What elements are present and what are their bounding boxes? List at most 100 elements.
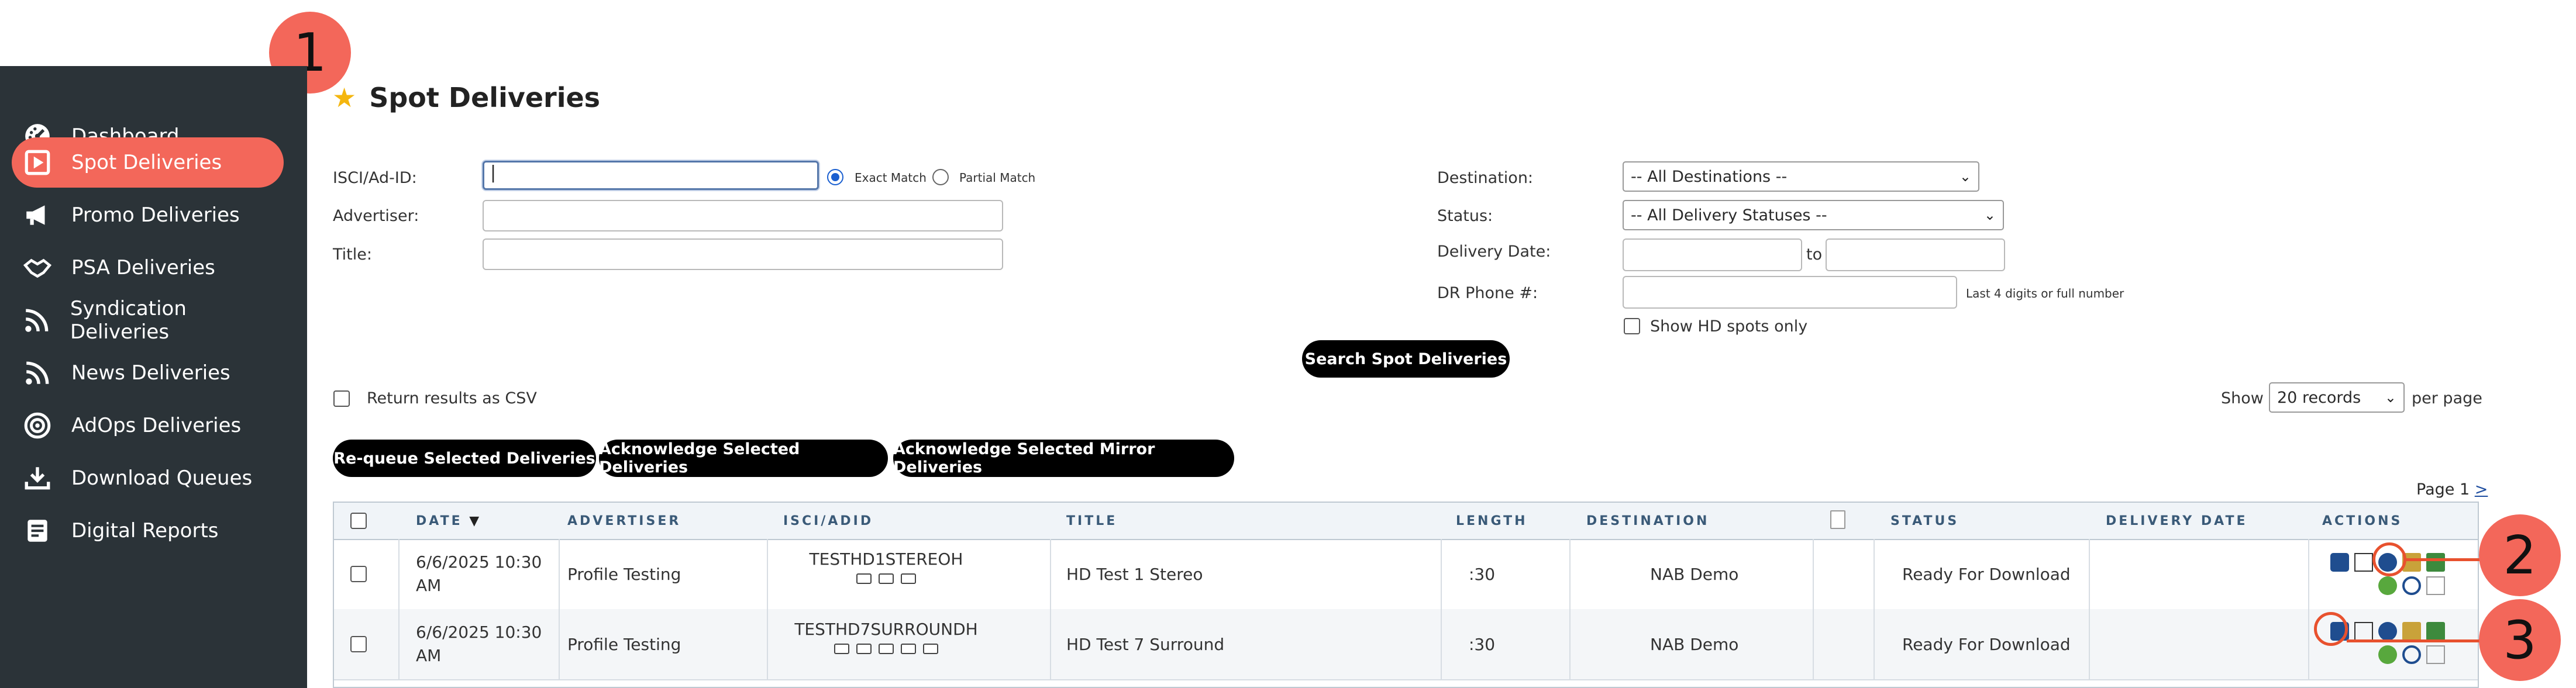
column-divider [2308,539,2309,679]
hd-only-checkbox[interactable] [1624,318,1640,334]
star-icon: ★ [332,82,357,113]
column-divider [1874,539,1875,679]
sidebar: Dashboard Spot Deliveries Promo Deliveri… [0,66,307,688]
stereo-badge-icon [879,573,894,584]
column-length[interactable]: LENGTH [1456,514,1528,528]
csv-checkbox[interactable] [333,390,350,407]
sidebar-item-download-queues[interactable]: Download Queues [12,453,284,503]
dr-phone-hint: Last 4 digits or full number [1966,286,2124,300]
sidebar-item-syndication-deliveries[interactable]: Syndication Deliveries [12,295,284,345]
column-title[interactable]: TITLE [1066,514,1117,528]
table-row: 6/6/2025 10:30 AM Profile Testing TESTHD… [334,609,2478,680]
row-length: :30 [1469,635,1496,654]
sidebar-item-label: AdOps Deliveries [71,414,242,437]
column-advertiser[interactable]: ADVERTISER [567,514,681,528]
row-checkbox[interactable] [350,636,367,652]
megaphone-icon [21,199,54,231]
partial-match-label: Partial Match [959,171,1036,185]
row-length: :30 [1469,565,1496,584]
records-per-page-select[interactable]: 20 records ⌄ [2269,382,2405,413]
acknowledge-mirror-button[interactable]: Acknowledge Selected Mirror Deliveries [893,440,1234,477]
page-title: ★ Spot Deliveries [332,82,601,113]
report-doc-icon[interactable] [2426,645,2445,664]
column-divider [1050,539,1051,679]
sidebar-item-label: Digital Reports [71,519,219,542]
search-button[interactable]: Search Spot Deliveries [1302,340,1510,378]
row-isci: TESTHD7SURROUNDH [767,620,1005,658]
download-icon[interactable] [2330,553,2349,572]
select-all-checkbox[interactable] [350,513,367,529]
callout-3-connector [2347,639,2493,642]
waveform-icon[interactable] [2354,622,2373,641]
chevron-down-icon: ⌄ [1959,168,1971,185]
sidebar-item-adops-deliveries[interactable]: AdOps Deliveries [12,400,284,451]
csv-label: Return results as CSV [367,389,537,407]
chevron-down-icon: ⌄ [2384,389,2396,406]
spreadsheet-icon[interactable] [2426,622,2445,641]
sidebar-item-psa-deliveries[interactable]: PSA Deliveries [12,243,284,293]
stereo-badge-icon [901,644,916,654]
handshake-icon [21,251,54,284]
sidebar-item-label: PSA Deliveries [71,256,215,279]
delivery-date-from-input[interactable] [1623,238,1802,271]
hd-badge-icon [856,573,872,584]
callout-3-ring [2314,612,2348,646]
dr-phone-input[interactable] [1623,276,1957,309]
refresh-icon[interactable] [2402,576,2421,595]
partial-match-radio[interactable] [932,169,949,185]
exact-match-label: Exact Match [855,171,927,185]
row-isci: TESTHD1STEREOH [767,549,1005,588]
sidebar-item-digital-reports[interactable]: Digital Reports [12,506,284,556]
spreadsheet-icon[interactable] [2426,553,2445,572]
document-icon [1830,510,1845,529]
column-delivery-date[interactable]: DELIVERY DATE [2106,514,2248,528]
row-checkbox[interactable] [350,566,367,582]
surround-badge-icon [856,644,872,654]
check-icon[interactable] [2378,645,2397,664]
sidebar-item-label: Promo Deliveries [71,203,240,227]
sidebar-item-news-deliveries[interactable]: News Deliveries [12,348,284,398]
column-destination[interactable]: DESTINATION [1586,514,1709,528]
row-status: Ready For Download [1902,635,2071,654]
requeue-button[interactable]: Re-queue Selected Deliveries [333,440,596,477]
chevron-down-icon: ⌄ [1983,207,1996,223]
sidebar-item-label: News Deliveries [71,361,230,385]
copy-doc-icon[interactable] [2402,622,2421,641]
advertiser-input[interactable] [483,200,1003,231]
row-date: 6/6/2025 10:30 AM [416,552,542,595]
row-destination: NAB Demo [1650,565,1739,584]
row-advertiser: Profile Testing [567,635,681,654]
column-divider [1441,539,1442,679]
callout-2-ring [2372,542,2406,576]
sidebar-item-promo-deliveries[interactable]: Promo Deliveries [12,190,284,240]
report-icon [21,514,54,547]
play-icon[interactable] [2378,622,2397,641]
report-doc-icon[interactable] [2426,576,2445,595]
column-divider [398,539,400,679]
exact-match-radio[interactable] [827,169,843,185]
caption-badge-icon [901,573,916,584]
column-isci[interactable]: ISCI/ADID [783,514,873,528]
isci-input[interactable]: | [483,161,819,190]
delivery-date-to-input[interactable] [1826,238,2005,271]
caption-badge-icon [923,644,938,654]
title-input[interactable] [483,238,1003,270]
waveform-icon[interactable] [2354,553,2373,572]
row-title: HD Test 7 Surround [1066,635,1225,654]
acknowledge-button[interactable]: Acknowledge Selected Deliveries [599,440,888,477]
sidebar-item-label: Syndication Deliveries [70,297,187,344]
check-icon[interactable] [2378,576,2397,595]
status-select[interactable]: -- All Delivery Statuses -- ⌄ [1623,200,2004,230]
column-date[interactable]: DATE ▼ [416,514,479,528]
column-status[interactable]: STATUS [1890,514,1959,528]
table-row: 6/6/2025 10:30 AM Profile Testing TESTHD… [334,539,2478,610]
destination-select[interactable]: -- All Destinations -- ⌄ [1623,161,1979,192]
status-label: Status: [1437,207,1493,225]
destination-label: Destination: [1437,169,1534,187]
dr-phone-label: DR Phone #: [1437,284,1538,302]
sidebar-item-spot-deliveries[interactable]: Spot Deliveries [12,137,284,188]
show-label: Show [2221,389,2264,407]
mail-badge-icon [879,644,894,654]
refresh-icon[interactable] [2402,645,2421,664]
next-page-link[interactable]: > [2475,480,2488,499]
